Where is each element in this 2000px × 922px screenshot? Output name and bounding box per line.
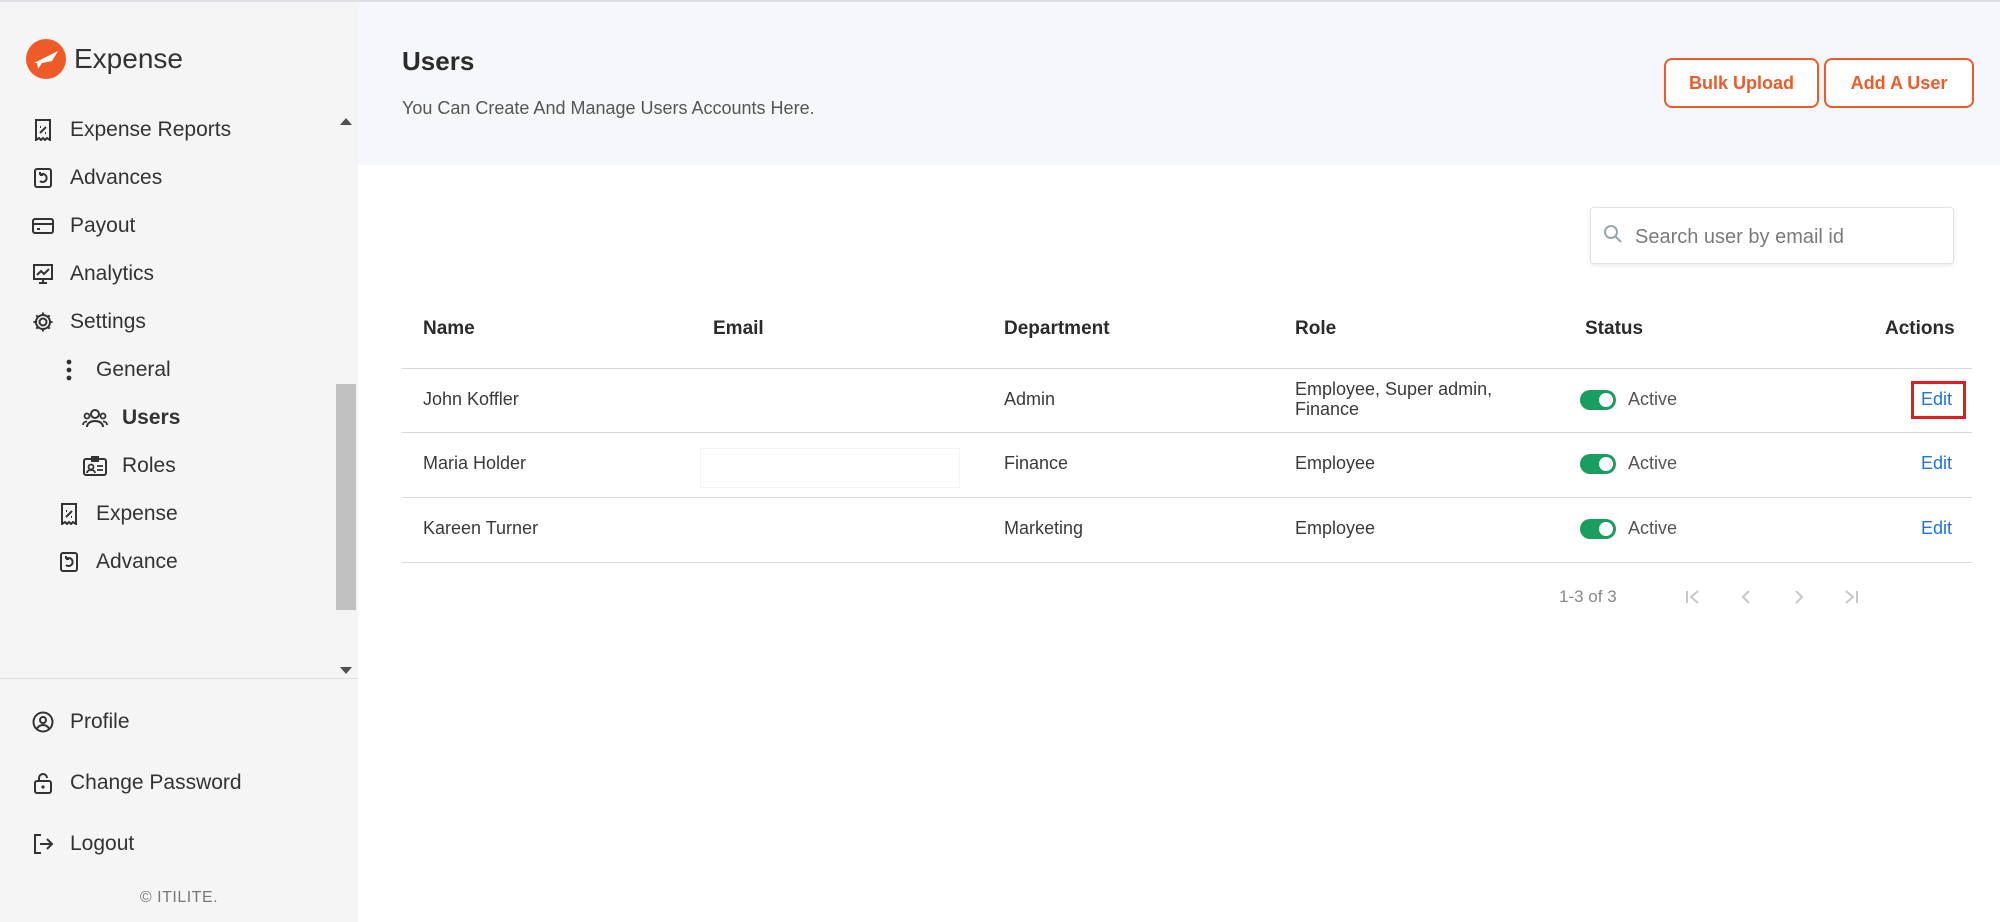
column-header-actions: Actions	[1885, 318, 1955, 339]
sidebar-item-label: Expense Reports	[70, 118, 232, 141]
scrollbar-thumb[interactable]	[336, 384, 356, 610]
sidebar-item-label: Profile	[70, 710, 130, 733]
scroll-down-arrow-icon[interactable]	[340, 667, 352, 674]
sidebar-item-payout[interactable]: Payout	[30, 206, 135, 246]
cell-department: Marketing	[1004, 518, 1084, 538]
next-page-icon[interactable]	[1786, 584, 1812, 610]
sidebar-item-profile[interactable]: Profile	[30, 702, 130, 742]
search-icon	[1603, 224, 1623, 249]
user-circle-icon	[30, 709, 56, 735]
previous-page-icon[interactable]	[1733, 584, 1759, 610]
add-user-button[interactable]: Add A User	[1824, 58, 1974, 108]
search-input[interactable]	[1633, 218, 1937, 256]
sidebar-item-label: Expense	[96, 502, 178, 525]
status-text: Active	[1628, 518, 1678, 538]
column-header-name[interactable]: Name	[423, 318, 475, 340]
column-header-department[interactable]: Department	[1004, 318, 1110, 340]
sidebar-item-label: Users	[122, 406, 181, 429]
sidebar-divider	[0, 678, 358, 679]
cell-name: Maria Holder	[423, 453, 527, 473]
users-icon	[82, 405, 108, 431]
sidebar-item-settings[interactable]: Settings	[30, 302, 146, 342]
column-header-role[interactable]: Role	[1295, 318, 1336, 340]
status-toggle[interactable]	[1580, 454, 1616, 474]
brand[interactable]: Expense	[26, 38, 183, 80]
sidebar-item-label: Roles	[122, 454, 176, 477]
sidebar-item-advance[interactable]: Advance	[56, 542, 178, 582]
first-page-icon[interactable]	[1680, 584, 1706, 610]
page-header: Users You Can Create And Manage Users Ac…	[358, 2, 2000, 165]
status-text: Active	[1628, 453, 1678, 473]
sidebar-item-label: Analytics	[70, 262, 155, 285]
header-divider	[402, 368, 1972, 369]
card-icon	[30, 213, 56, 239]
cell-email	[700, 448, 960, 488]
cell-role: Employee	[1295, 453, 1376, 473]
status-toggle[interactable]	[1580, 519, 1616, 539]
sidebar-item-advances[interactable]: Advances	[30, 158, 162, 198]
advance-icon	[30, 165, 56, 191]
sidebar-item-label: General	[96, 358, 171, 381]
kebab-icon	[56, 357, 82, 383]
sidebar-item-change-password[interactable]: Change Password	[30, 763, 242, 803]
column-header-email[interactable]: Email	[713, 318, 764, 340]
last-page-icon[interactable]	[1838, 584, 1864, 610]
status-toggle[interactable]	[1580, 390, 1616, 410]
logout-icon	[30, 831, 56, 857]
app-name: Expense	[74, 43, 183, 74]
plane-logo-icon	[26, 39, 66, 79]
row-divider	[402, 432, 1972, 433]
sidebar-item-label: Settings	[70, 310, 146, 333]
row-divider	[402, 562, 1972, 563]
cell-role: Employee	[1295, 518, 1376, 538]
cell-role: Employee, Super admin, Finance	[1295, 379, 1492, 419]
row-divider	[402, 497, 1972, 498]
cell-name: John Koffler	[423, 389, 519, 409]
search-box	[1590, 207, 1954, 264]
sidebar-item-general[interactable]: General	[56, 350, 171, 390]
pagination-range: 1-3 of 3	[1559, 587, 1617, 606]
sidebar-item-label: Payout	[70, 214, 136, 237]
sidebar-scrollbar[interactable]	[336, 114, 356, 678]
sidebar-item-label: Change Password	[70, 771, 242, 794]
role-line: Employee, Super admin,	[1295, 379, 1493, 399]
sidebar-item-roles[interactable]: Roles	[82, 446, 176, 486]
cell-department: Finance	[1004, 453, 1069, 473]
sidebar-item-logout[interactable]: Logout	[30, 824, 134, 864]
sidebar-item-expense[interactable]: Expense	[56, 494, 178, 534]
advance-icon	[56, 549, 82, 575]
receipt-icon	[56, 501, 82, 527]
id-card-icon	[82, 453, 108, 479]
cell-department: Admin	[1004, 389, 1056, 409]
sidebar-item-label: Advance	[96, 550, 178, 573]
column-header-status[interactable]: Status	[1585, 318, 1643, 340]
scroll-up-arrow-icon[interactable]	[340, 118, 352, 125]
sidebar-item-label: Advances	[70, 166, 163, 189]
page-subtitle: You Can Create And Manage Users Accounts…	[402, 98, 815, 118]
sidebar: Expense Expense Reports Advances Payout …	[0, 2, 358, 922]
edit-link[interactable]: Edit	[1921, 453, 1952, 474]
copyright: © ITILITE.	[139, 889, 219, 906]
edit-highlight-box	[1911, 381, 1966, 419]
page-title: Users	[402, 46, 475, 76]
sidebar-item-analytics[interactable]: Analytics	[30, 254, 154, 294]
sidebar-item-expense-reports[interactable]: Expense Reports	[30, 110, 231, 150]
sidebar-item-users[interactable]: Users	[82, 398, 180, 438]
chart-icon	[30, 261, 56, 287]
status-text: Active	[1628, 389, 1678, 409]
receipt-icon	[30, 117, 56, 143]
gear-icon	[30, 309, 56, 335]
role-line: Finance	[1295, 399, 1360, 419]
lock-icon	[30, 770, 56, 796]
cell-name: Kareen Turner	[423, 518, 539, 538]
sidebar-item-label: Logout	[70, 832, 135, 855]
nav-list: Expense Reports Advances Payout Analytic…	[0, 102, 358, 674]
bulk-upload-button[interactable]: Bulk Upload	[1664, 58, 1819, 108]
edit-link[interactable]: Edit	[1921, 518, 1952, 539]
